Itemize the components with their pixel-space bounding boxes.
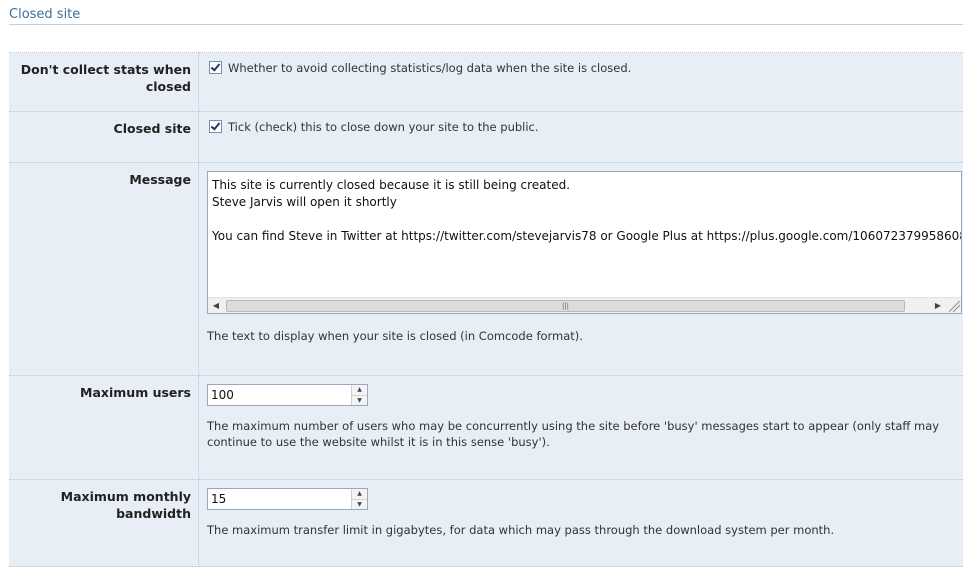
maximum-bandwidth-input[interactable]: 15 bbox=[208, 489, 351, 509]
section-divider bbox=[9, 24, 963, 25]
maximum-users-description: The maximum number of users who may be c… bbox=[207, 419, 940, 449]
decrement-down-icon[interactable]: ▼ bbox=[352, 499, 367, 509]
scroll-left-icon[interactable]: ◀ bbox=[209, 299, 223, 312]
maximum-users-stepper[interactable]: 100 ▲ ▼ bbox=[207, 384, 368, 406]
maximum-bandwidth-stepper[interactable]: 15 ▲ ▼ bbox=[207, 488, 368, 510]
row-closed-site: Closed site Tick (check) this to close d… bbox=[9, 111, 963, 163]
maximum-bandwidth-label: Maximum monthly bandwidth bbox=[9, 479, 199, 567]
row-maximum-monthly-bandwidth: Maximum monthly bandwidth 15 ▲ ▼ The max… bbox=[9, 479, 963, 567]
maximum-bandwidth-description: The maximum transfer limit in gigabytes,… bbox=[207, 523, 835, 537]
resize-grip-icon[interactable] bbox=[949, 301, 960, 312]
message-horizontal-scrollbar[interactable]: ◀ ||| ▶ bbox=[208, 297, 961, 313]
message-textarea[interactable]: This site is currently closed because it… bbox=[207, 171, 962, 314]
decrement-down-icon[interactable]: ▼ bbox=[352, 395, 367, 405]
message-text[interactable]: This site is currently closed because it… bbox=[208, 172, 961, 292]
dont-collect-stats-label: Don't collect stats when closed bbox=[9, 52, 199, 112]
scroll-right-icon[interactable]: ▶ bbox=[931, 299, 945, 312]
message-label: Message bbox=[9, 162, 199, 376]
row-dont-collect-stats: Don't collect stats when closed Whether … bbox=[9, 52, 963, 112]
row-maximum-users: Maximum users 100 ▲ ▼ The maximum number… bbox=[9, 375, 963, 480]
closed-site-description: Tick (check) this to close down your sit… bbox=[228, 120, 539, 134]
dont-collect-stats-checkbox[interactable] bbox=[209, 61, 222, 74]
closed-site-label: Closed site bbox=[9, 111, 199, 163]
maximum-users-input[interactable]: 100 bbox=[208, 385, 351, 405]
section-title: Closed site bbox=[9, 7, 81, 22]
scrollbar-thumb[interactable]: ||| bbox=[226, 300, 905, 312]
closed-site-checkbox[interactable] bbox=[209, 120, 222, 133]
increment-up-icon[interactable]: ▲ bbox=[352, 489, 367, 500]
closed-site-form: Don't collect stats when closed Whether … bbox=[9, 52, 963, 567]
increment-up-icon[interactable]: ▲ bbox=[352, 385, 367, 396]
dont-collect-stats-description: Whether to avoid collecting statistics/l… bbox=[228, 61, 632, 75]
row-message: Message This site is currently closed be… bbox=[9, 162, 963, 376]
maximum-users-label: Maximum users bbox=[9, 375, 199, 480]
message-description: The text to display when your site is cl… bbox=[207, 329, 583, 343]
